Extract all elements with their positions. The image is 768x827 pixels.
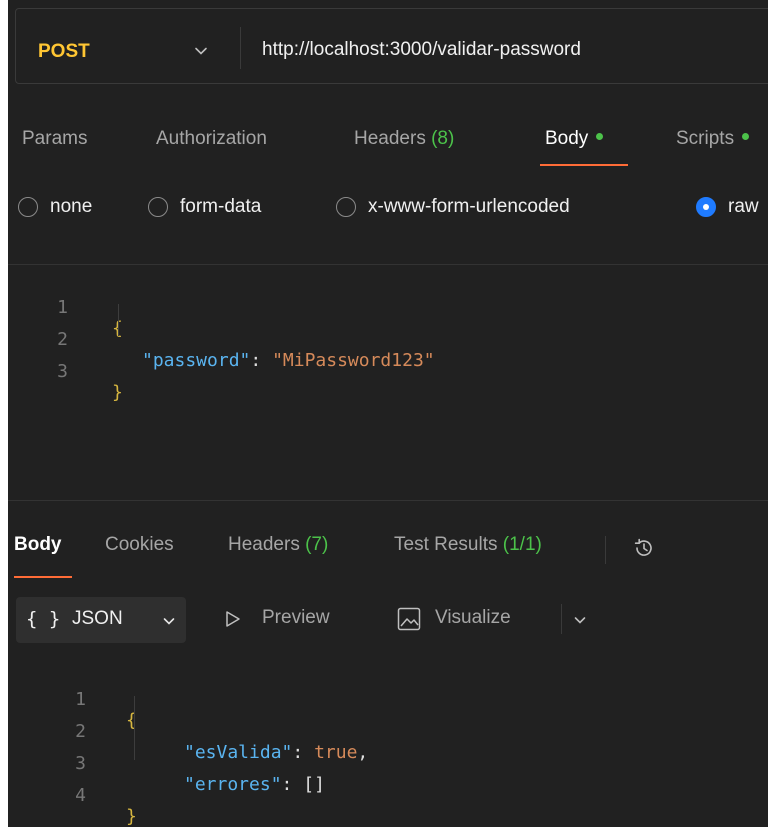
resp-tab-body[interactable]: Body xyxy=(14,534,62,556)
radio-raw-label: raw xyxy=(728,196,759,217)
braces-icon: { } xyxy=(26,608,61,630)
resp-tab-cookies[interactable]: Cookies xyxy=(105,534,174,556)
json-key: "esValida" xyxy=(184,742,293,763)
tab-body[interactable]: Body xyxy=(545,128,604,150)
play-icon[interactable] xyxy=(223,609,243,629)
code-line: 1 { xyxy=(8,276,123,339)
active-tab-indicator xyxy=(540,164,628,166)
toolbar-separator xyxy=(561,604,562,634)
close-brace: } xyxy=(126,806,137,827)
chevron-down-icon xyxy=(163,618,175,625)
open-brace: { xyxy=(126,710,137,731)
tab-separator xyxy=(605,536,606,564)
code-line: 2 "esValida": true, xyxy=(8,700,368,763)
pane-divider[interactable] xyxy=(8,500,768,501)
url-divider xyxy=(240,27,241,69)
json-comma: , xyxy=(357,742,369,763)
json-key: "errores" xyxy=(184,774,282,795)
json-colon: : xyxy=(292,742,315,763)
body-type-selector: none form-data x-www-form-urlencoded raw xyxy=(8,190,768,230)
request-tabs: Params Authorization Headers (8) Body Sc… xyxy=(8,120,768,168)
history-icon[interactable] xyxy=(630,534,658,562)
resp-tab-headers-label: Headers xyxy=(228,534,300,555)
tab-params[interactable]: Params xyxy=(22,128,87,150)
json-colon: : xyxy=(250,350,273,371)
tab-authorization[interactable]: Authorization xyxy=(156,128,267,150)
code-line: 2 "password": "MiPassword123" xyxy=(8,308,434,371)
visualize-button[interactable]: Visualize xyxy=(435,607,511,629)
postman-window: POST http://localhost:3000/validar-passw… xyxy=(8,0,768,827)
tab-scripts-label: Scripts xyxy=(676,128,735,149)
indent-guide xyxy=(118,304,119,336)
indent-guide xyxy=(134,696,135,760)
resp-tab-test-results-label: Test Results xyxy=(394,534,498,555)
format-label: JSON xyxy=(72,608,123,629)
request-bar: POST http://localhost:3000/validar-passw… xyxy=(15,8,768,84)
scripts-status-dot xyxy=(742,133,750,141)
resp-tab-headers[interactable]: Headers (7) xyxy=(228,534,328,556)
code-line: 1 { xyxy=(8,668,137,731)
radio-form-data-icon[interactable] xyxy=(148,197,168,217)
tab-headers[interactable]: Headers (8) xyxy=(354,128,454,150)
resp-tab-headers-count: (7) xyxy=(305,534,329,555)
radio-raw-icon[interactable] xyxy=(696,197,716,217)
radio-none-icon[interactable] xyxy=(18,197,38,217)
preview-button[interactable]: Preview xyxy=(262,607,330,629)
tab-scripts[interactable]: Scripts xyxy=(676,128,750,150)
editor-top-divider xyxy=(8,264,768,265)
code-line: 4 } xyxy=(8,764,137,827)
active-response-tab-indicator xyxy=(14,576,72,578)
json-string-value: "MiPassword123" xyxy=(272,350,435,371)
close-brace: } xyxy=(112,382,123,403)
tab-headers-count: (8) xyxy=(431,128,455,149)
body-status-dot xyxy=(596,133,604,141)
chevron-down-icon[interactable] xyxy=(192,42,210,60)
response-tabs: Body Cookies Headers (7) Test Results (1… xyxy=(8,528,768,580)
tab-headers-label: Headers xyxy=(354,128,426,149)
code-content: "errores": [] xyxy=(184,774,325,795)
radio-urlencoded-icon[interactable] xyxy=(336,197,356,217)
request-body-editor[interactable]: 1 { 2 "password": "MiPassword123" 3 } xyxy=(8,276,768,476)
tab-body-label: Body xyxy=(545,128,589,149)
format-dropdown[interactable]: { } JSON xyxy=(16,597,186,643)
json-boolean-value: true xyxy=(314,742,358,763)
chevron-down-icon[interactable] xyxy=(572,612,588,628)
radio-none-label: none xyxy=(50,196,93,217)
json-array-value: [] xyxy=(303,774,325,795)
code-line: 3 "errores": [] xyxy=(8,732,325,795)
radio-form-data-label: form-data xyxy=(180,196,262,217)
resp-tab-test-count: (1/1) xyxy=(502,534,542,555)
code-line: 3 } xyxy=(8,340,123,403)
radio-urlencoded-label: x-www-form-urlencoded xyxy=(368,196,570,217)
line-number: 4 xyxy=(75,785,86,806)
image-icon[interactable] xyxy=(396,606,422,632)
resp-tab-test-results[interactable]: Test Results (1/1) xyxy=(394,534,542,556)
response-body-viewer[interactable]: 1 { 2 "esValida": true, 3 "errores": [] … xyxy=(8,668,768,827)
line-number: 3 xyxy=(57,361,68,382)
code-content: "password": "MiPassword123" xyxy=(142,350,435,371)
json-colon: : xyxy=(281,774,304,795)
method-select[interactable]: POST xyxy=(38,41,90,63)
code-content: "esValida": true, xyxy=(184,742,368,763)
json-key: "password" xyxy=(142,350,251,371)
url-input[interactable]: http://localhost:3000/validar-password xyxy=(262,39,581,61)
